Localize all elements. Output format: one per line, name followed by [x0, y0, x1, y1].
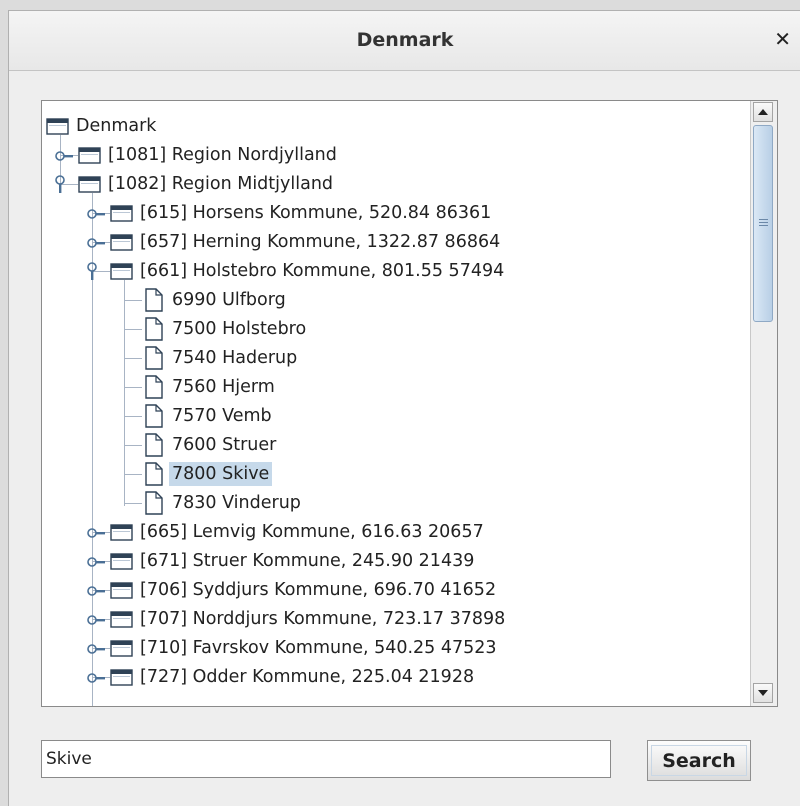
tree-connector-line [124, 329, 142, 330]
tree-node-label: 6990 Ulfborg [172, 290, 286, 310]
tree-connector-line [124, 358, 142, 359]
tree-row[interactable]: [706] Syddjurs Kommune, 696.70 41652 [42, 575, 750, 604]
tree-node-label: [665] Lemvig Kommune, 616.63 20657 [140, 522, 484, 542]
tree-node-label: Denmark [76, 116, 157, 136]
document-icon [144, 462, 164, 491]
document-icon [144, 346, 164, 375]
tree-row[interactable]: 7600 Struer [42, 430, 750, 459]
tree-node-label: [707] Norddjurs Kommune, 723.17 37898 [140, 609, 506, 629]
tree-row[interactable]: [657] Herning Kommune, 1322.87 86864 [42, 227, 750, 256]
folder-icon [110, 204, 134, 227]
vertical-scrollbar[interactable] [750, 101, 777, 706]
search-button-label: Search [651, 745, 747, 776]
folder-icon [78, 175, 102, 198]
tree-node-label: [706] Syddjurs Kommune, 696.70 41652 [140, 580, 497, 600]
folder-icon [110, 668, 134, 691]
tree-row[interactable]: 7560 Hjerm [42, 372, 750, 401]
document-icon [144, 491, 164, 520]
tree-node-label: 7500 Holstebro [172, 319, 307, 339]
tree-node-label: [657] Herning Kommune, 1322.87 86864 [140, 232, 501, 252]
tree-connector-line [124, 445, 142, 446]
collapsed-handle-icon[interactable] [86, 525, 106, 545]
document-icon [144, 404, 164, 433]
collapsed-handle-icon[interactable] [86, 583, 106, 603]
tree-connector-line [124, 300, 142, 301]
tree-row[interactable]: [1081] Region Nordjylland [42, 140, 750, 169]
dialog-window: Denmark ✕ Denmark [1081] Region Nordjylla… [8, 10, 800, 806]
folder-icon [46, 117, 70, 140]
document-icon [144, 433, 164, 462]
tree-row[interactable]: [671] Struer Kommune, 245.90 21439 [42, 546, 750, 575]
search-input[interactable] [41, 740, 611, 778]
document-icon [144, 288, 164, 317]
scrollbar-thumb[interactable] [753, 125, 773, 322]
document-icon [144, 317, 164, 346]
tree-node-label: 7570 Vemb [172, 406, 272, 426]
collapsed-handle-icon[interactable] [86, 641, 106, 661]
tree-node-label: [661] Holstebro Kommune, 801.55 57494 [140, 261, 505, 281]
tree-node-label: 7540 Haderup [172, 348, 298, 368]
tree-view[interactable]: Denmark [1081] Region Nordjylland [1082] R… [42, 101, 750, 706]
arrow-down-icon[interactable] [753, 683, 773, 703]
folder-icon [110, 610, 134, 633]
tree-row[interactable]: [1082] Region Midtjylland [42, 169, 750, 198]
tree-row[interactable]: [710] Favrskov Kommune, 540.25 47523 [42, 633, 750, 662]
tree-row[interactable]: 6990 Ulfborg [42, 285, 750, 314]
tree-panel: Denmark [1081] Region Nordjylland [1082] R… [41, 100, 778, 707]
tree-row[interactable]: [615] Horsens Kommune, 520.84 86361 [42, 198, 750, 227]
close-icon[interactable]: ✕ [774, 27, 791, 51]
search-button[interactable]: Search [647, 740, 751, 781]
document-icon [144, 375, 164, 404]
title-bar[interactable]: Denmark ✕ [9, 11, 800, 71]
collapsed-handle-icon[interactable] [86, 612, 106, 632]
folder-icon [110, 233, 134, 256]
collapsed-handle-icon[interactable] [54, 148, 74, 168]
expanded-handle-icon[interactable] [54, 172, 68, 199]
tree-node-label: 7800 Skive [169, 462, 273, 486]
tree-node-label: [1082] Region Midtjylland [108, 174, 334, 194]
tree-row[interactable]: [665] Lemvig Kommune, 616.63 20657 [42, 517, 750, 546]
collapsed-handle-icon[interactable] [86, 206, 106, 226]
expanded-handle-icon[interactable] [86, 259, 100, 286]
collapsed-handle-icon[interactable] [86, 670, 106, 690]
tree-node-label: 7600 Struer [172, 435, 277, 455]
tree-node-label: [671] Struer Kommune, 245.90 21439 [140, 551, 475, 571]
tree-node-label: [727] Odder Kommune, 225.04 21928 [140, 667, 475, 687]
tree-row[interactable]: 7830 Vinderup [42, 488, 750, 517]
tree-row[interactable]: 7500 Holstebro [42, 314, 750, 343]
tree-connector-line [124, 416, 142, 417]
tree-row[interactable]: [727] Odder Kommune, 225.04 21928 [42, 662, 750, 691]
folder-icon [110, 639, 134, 662]
tree-node-label: [710] Favrskov Kommune, 540.25 47523 [140, 638, 497, 658]
tree-node-label: [615] Horsens Kommune, 520.84 86361 [140, 203, 492, 223]
tree-row[interactable]: Denmark [42, 111, 750, 140]
tree-node-label: 7560 Hjerm [172, 377, 275, 397]
tree-connector-line [124, 474, 142, 475]
tree-node-label: 7830 Vinderup [172, 493, 301, 513]
tree-row[interactable]: [707] Norddjurs Kommune, 723.17 37898 [42, 604, 750, 633]
folder-icon [78, 146, 102, 169]
tree-connector-line [124, 503, 142, 504]
folder-icon [110, 581, 134, 604]
tree-node-label: [1081] Region Nordjylland [108, 145, 337, 165]
tree-row[interactable]: 7570 Vemb [42, 401, 750, 430]
tree-row[interactable]: 7540 Haderup [42, 343, 750, 372]
folder-icon [110, 552, 134, 575]
arrow-up-icon[interactable] [753, 102, 773, 122]
collapsed-handle-icon[interactable] [86, 235, 106, 255]
tree-row[interactable]: 7800 Skive [42, 459, 750, 488]
window-title: Denmark [356, 29, 454, 51]
folder-icon [110, 262, 134, 285]
tree-row[interactable]: [661] Holstebro Kommune, 801.55 57494 [42, 256, 750, 285]
tree-connector-line [124, 387, 142, 388]
collapsed-handle-icon[interactable] [86, 554, 106, 574]
folder-icon [110, 523, 134, 546]
